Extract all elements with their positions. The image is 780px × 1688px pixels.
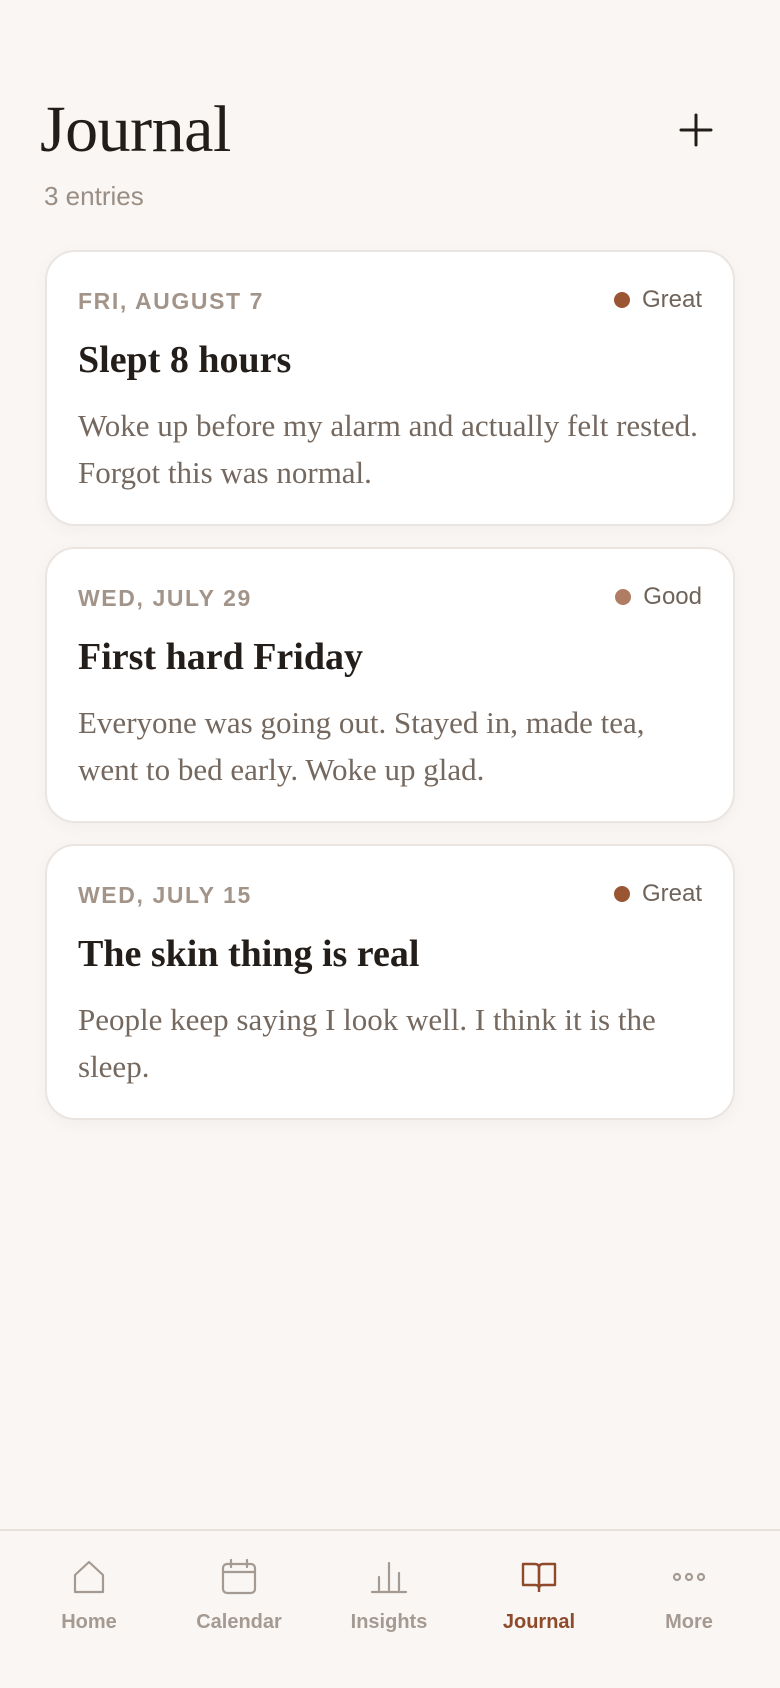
- tab-label: Insights: [350, 1611, 428, 1633]
- tab-insights[interactable]: Insights: [314, 1531, 464, 1651]
- mood-badge: Great: [613, 880, 702, 908]
- add-entry-button[interactable]: [664, 98, 728, 162]
- mood-dot: [615, 589, 632, 605]
- journal-entries-list: FRI, AUGUST 7 Great Slept 8 hours Woke u…: [45, 250, 735, 1141]
- mood-dot: [613, 886, 630, 902]
- entry-title: The skin thing is real: [78, 933, 420, 975]
- book-icon: [521, 1562, 557, 1592]
- entry-date: WED, JULY 15: [78, 882, 252, 908]
- entries-count: 3 entries: [44, 181, 144, 211]
- entry-preview: Everyone was going out. Stayed in, made …: [78, 705, 645, 787]
- tab-label: Home: [61, 1611, 117, 1633]
- plus-icon: [679, 113, 713, 147]
- bottom-tab-bar: Home Calendar Insights Journal More: [0, 1529, 780, 1688]
- mood-label: Good: [643, 583, 702, 610]
- mood-label: Great: [641, 286, 702, 313]
- journal-entry-card[interactable]: WED, JULY 15 Great The skin thing is rea…: [45, 844, 735, 1120]
- tab-journal[interactable]: Journal: [464, 1531, 614, 1651]
- calendar-icon: [221, 1558, 257, 1595]
- mood-label: Great: [641, 880, 702, 907]
- mood-badge: Great: [613, 286, 702, 314]
- journal-entry-card[interactable]: FRI, AUGUST 7 Great Slept 8 hours Woke u…: [45, 250, 735, 526]
- mood-dot: [613, 292, 630, 308]
- tab-label: Calendar: [196, 1611, 282, 1633]
- tab-label: More: [665, 1611, 713, 1633]
- entry-date: WED, JULY 29: [78, 585, 252, 611]
- tab-home[interactable]: Home: [14, 1531, 164, 1651]
- entry-title: Slept 8 hours: [78, 339, 292, 381]
- tab-more[interactable]: More: [614, 1531, 764, 1651]
- entry-preview: People keep saying I look well. I think …: [78, 1002, 656, 1084]
- tab-label: Journal: [502, 1611, 576, 1633]
- home-icon: [73, 1560, 105, 1594]
- bar-chart-icon: [370, 1561, 408, 1594]
- more-dots-icon: [672, 1572, 706, 1582]
- entry-date: FRI, AUGUST 7: [78, 288, 265, 314]
- entry-preview: Woke up before my alarm and actually fel…: [78, 408, 698, 490]
- mood-badge: Good: [615, 583, 702, 611]
- page-title: Journal: [40, 93, 231, 166]
- tab-calendar[interactable]: Calendar: [164, 1531, 314, 1651]
- entry-title: First hard Friday: [78, 636, 363, 678]
- journal-entry-card[interactable]: WED, JULY 29 Good First hard Friday Ever…: [45, 547, 735, 823]
- page-header: Journal 3 entries: [0, 0, 780, 240]
